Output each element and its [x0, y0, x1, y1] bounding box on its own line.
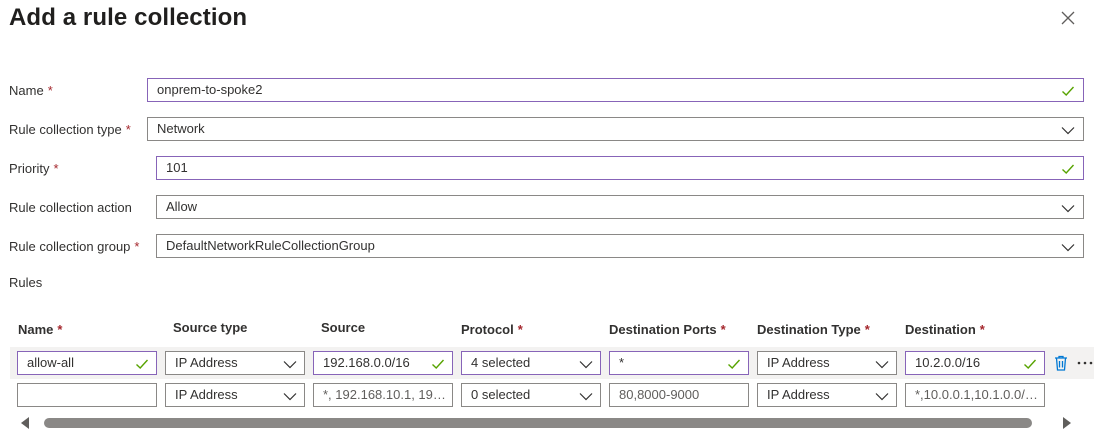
scrollbar-thumb[interactable] [44, 418, 1032, 428]
priority-label: Priority * [9, 161, 59, 176]
close-icon[interactable] [1059, 9, 1077, 27]
rule-collection-action-value: Allow [166, 199, 198, 214]
name-input-value: onprem-to-spoke2 [157, 82, 263, 97]
protocol-dropdown[interactable]: 4 selected [461, 351, 601, 375]
column-header-source-type: Source type [173, 320, 248, 335]
checkmark-icon [136, 359, 149, 369]
destination-input[interactable]: *,10.0.0.1,10.1.0.0/1... [905, 383, 1045, 407]
column-header-destination: Destination * [905, 322, 985, 337]
chevron-down-icon [579, 361, 593, 369]
source-input[interactable]: 192.168.0.0/16 [313, 351, 453, 375]
rule-collection-action-dropdown[interactable]: Allow [156, 195, 1084, 219]
destination-ports-input[interactable]: * [609, 351, 749, 375]
required-marker: * [864, 322, 870, 337]
destination-type-dropdown[interactable]: IP Address [757, 383, 897, 407]
chevron-down-icon [283, 393, 297, 401]
column-header-destination-type: Destination Type * [757, 322, 870, 337]
rule-collection-type-value: Network [157, 121, 205, 136]
required-marker: * [979, 322, 985, 337]
checkmark-icon [1062, 164, 1075, 174]
rules-section-label: Rules [9, 275, 43, 290]
column-header-protocol: Protocol * [461, 322, 523, 337]
destination-ports-input[interactable]: 80,8000-9000 [609, 383, 749, 407]
chevron-down-icon [875, 393, 889, 401]
checkmark-icon [1062, 86, 1075, 96]
chevron-down-icon [1061, 127, 1075, 135]
source-type-dropdown[interactable]: IP Address [165, 351, 305, 375]
rule-collection-group-value: DefaultNetworkRuleCollectionGroup [166, 238, 375, 253]
panel-title: Add a rule collection [9, 4, 248, 31]
required-marker: * [134, 239, 140, 254]
scroll-right-arrow-icon[interactable] [1061, 416, 1073, 430]
required-marker: * [125, 122, 131, 137]
required-marker: * [517, 322, 523, 337]
checkmark-icon [1024, 359, 1037, 369]
rule-name-input[interactable]: allow-all [17, 351, 157, 375]
more-options-icon[interactable] [1076, 354, 1094, 372]
required-marker: * [720, 322, 726, 337]
delete-icon[interactable] [1053, 354, 1069, 372]
chevron-down-icon [579, 393, 593, 401]
rule-collection-action-label: Rule collection action [9, 200, 132, 215]
required-marker: * [47, 83, 53, 98]
rule-name-input[interactable] [17, 383, 157, 407]
priority-input[interactable]: 101 [156, 156, 1084, 180]
name-input[interactable]: onprem-to-spoke2 [147, 78, 1084, 102]
checkmark-icon [728, 359, 741, 369]
column-header-source: Source [321, 320, 366, 335]
source-input[interactable]: *, 192.168.10.1, 192... [313, 383, 453, 407]
source-type-dropdown[interactable]: IP Address [165, 383, 305, 407]
checkmark-icon [432, 359, 445, 369]
column-header-destination-ports: Destination Ports * [609, 322, 726, 337]
rule-collection-type-label: Rule collection type * [9, 122, 131, 137]
name-label: Name * [9, 83, 53, 98]
destination-input[interactable]: 10.2.0.0/16 [905, 351, 1045, 375]
chevron-down-icon [875, 361, 889, 369]
column-header-name: Name * [18, 322, 63, 337]
chevron-down-icon [1061, 244, 1075, 252]
destination-type-dropdown[interactable]: IP Address [757, 351, 897, 375]
rule-collection-group-label: Rule collection group * [9, 239, 140, 254]
required-marker: * [53, 161, 59, 176]
rule-collection-type-dropdown[interactable]: Network [147, 117, 1084, 141]
chevron-down-icon [1061, 205, 1075, 213]
chevron-down-icon [283, 361, 297, 369]
rule-collection-group-dropdown[interactable]: DefaultNetworkRuleCollectionGroup [156, 234, 1084, 258]
required-marker: * [57, 322, 63, 337]
priority-input-value: 101 [166, 160, 188, 175]
scroll-left-arrow-icon[interactable] [19, 416, 31, 430]
protocol-dropdown[interactable]: 0 selected [461, 383, 601, 407]
